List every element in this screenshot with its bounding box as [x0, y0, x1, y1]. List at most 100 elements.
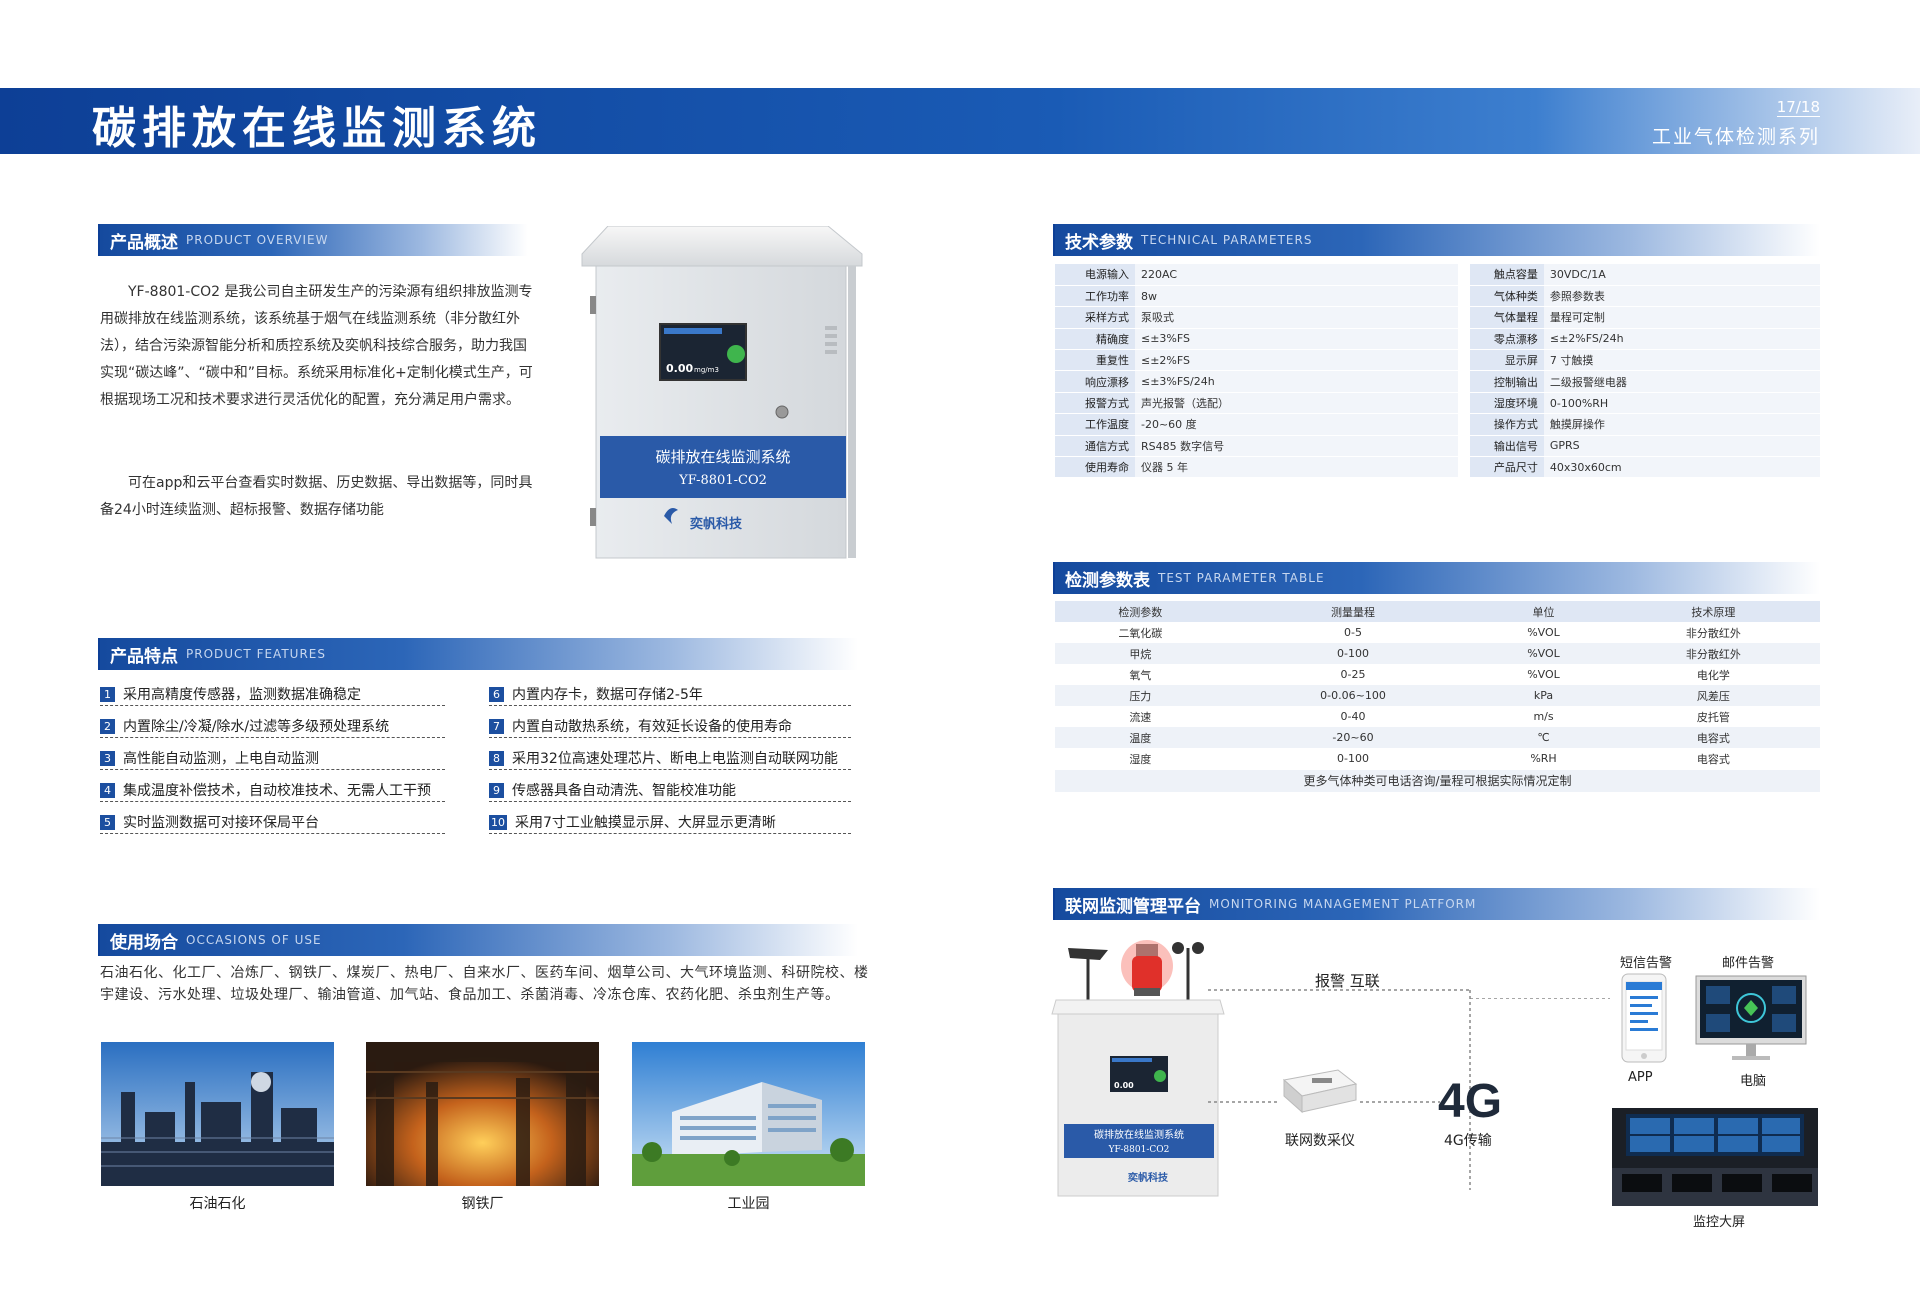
tech-param-key: 操作方式 — [1463, 413, 1544, 436]
feature-item: 2 内置除尘/冷凝/除水/过滤等多级预处理系统 — [100, 716, 445, 738]
4g-big-label: 4G — [1438, 1075, 1503, 1128]
test-table-row: 氧气 0-25 %VOL 电化学 — [1055, 664, 1820, 685]
petrochemical-image — [101, 1042, 334, 1186]
test-table-cell: 0-100 — [1225, 643, 1481, 664]
features-heading: 产品特点 PRODUCT FEATURES — [98, 638, 858, 670]
feature-number: 1 — [100, 687, 115, 702]
test-table-cell: 0-5 — [1225, 622, 1481, 643]
test-table-cell: kPa — [1480, 685, 1607, 706]
tech-param-row: 报警方式 声光报警（选配） 湿度环境 0-100%RH — [1055, 392, 1820, 415]
tech-param-key: 采样方式 — [1055, 306, 1135, 329]
feature-item: 9 传感器具备自动清洗、智能校准功能 — [489, 780, 851, 802]
feature-number: 3 — [100, 751, 115, 766]
test-table-header-cell: 单位 — [1480, 601, 1607, 622]
feature-number: 10 — [489, 815, 507, 830]
tech-param-key: 气体种类 — [1463, 285, 1544, 308]
test-table-cell: %VOL — [1480, 622, 1607, 643]
feature-number: 6 — [489, 687, 504, 702]
feature-item: 6 内置内存卡，数据可存储2-5年 — [489, 684, 851, 706]
test-table-cell: 0-100 — [1225, 748, 1481, 769]
section-title-zh: 联网监测管理平台 — [1065, 896, 1201, 917]
features-right-list: 6 内置内存卡，数据可存储2-5年 7 内置自动散热系统，有效延长设备的使用寿命 8… — [489, 684, 851, 834]
station-panel-model: YF-8801-CO2 — [1108, 1145, 1170, 1155]
overview-paragraph-1: YF-8801-CO2 是我公司自主研发生产的污染源有组织排放监测专用碳排放在线… — [100, 284, 533, 408]
test-table-cell: 流速 — [1055, 706, 1226, 727]
test-table-cell: m/s — [1480, 706, 1607, 727]
feature-number: 5 — [100, 815, 115, 830]
test-table-cell: 电容式 — [1606, 748, 1820, 769]
tech-param-value: 二级报警继电器 — [1543, 370, 1820, 393]
feature-text: 高性能自动监测，上电自动监测 — [123, 750, 319, 767]
tech-param-value: 泵吸式 — [1135, 306, 1470, 329]
feature-item: 10 采用7寸工业触摸显示屏、大屏显示更清晰 — [489, 812, 851, 834]
test-table-note: 更多气体种类可电话咨询/量程可根据实际情况定制 — [1055, 770, 1820, 792]
tech-param-row: 精确度 ≤±3%FS 零点漂移 ≤±2%FS/24h — [1055, 328, 1820, 351]
overview-heading: 产品概述 PRODUCT OVERVIEW — [98, 224, 528, 256]
svg-text:奕帆科技: 奕帆科技 — [690, 516, 743, 532]
test-table-row: 湿度 0-100 %RH 电容式 — [1055, 748, 1820, 769]
svg-text:YF-8801-CO2: YF-8801-CO2 — [678, 473, 767, 488]
station-brand: 奕帆科技 — [1128, 1171, 1169, 1184]
feature-text: 集成温度补偿技术，自动校准技术、无需人工干预 — [123, 782, 431, 799]
tech-param-key: 产品尺寸 — [1463, 456, 1544, 479]
tech-param-row: 工作温度 -20~60 度操作方式 触摸屏操作 — [1055, 413, 1820, 436]
test-params-table: 检测参数 测量量程 单位 技术原理 二氧化碳 0-5 %VOL 非分散红外 甲烷 0-100 %VO… — [1055, 601, 1820, 769]
tech-param-value: 参照参数表 — [1543, 285, 1820, 308]
test-table-cell: -20~60 — [1225, 727, 1481, 748]
test-table-row: 温度 -20~60 ℃ 电容式 — [1055, 727, 1820, 748]
tech-params-table: 电源输入 220AC 触点容量 30VDC/1A 工作功率 8w 气体种类 参照参数表 采样方式… — [1055, 264, 1820, 479]
tech-param-value: 8w — [1135, 285, 1470, 308]
feature-text: 内置自动散热系统，有效延长设备的使用寿命 — [512, 718, 792, 735]
test-table-row: 流速 0-40 m/s 皮托管 — [1055, 706, 1820, 727]
tech-param-value: GPRS — [1543, 435, 1820, 458]
tech-param-value: 0-100%RH — [1543, 392, 1820, 415]
test-table-cell: ℃ — [1480, 727, 1607, 748]
feature-item: 8 采用32位高速处理芯片、断电上电监测自动联网功能 — [489, 748, 851, 770]
test-table-cell: 电化学 — [1606, 664, 1820, 685]
control-room-image — [1612, 1108, 1818, 1206]
tech-param-key: 触点容量 — [1463, 264, 1544, 286]
feature-text: 采用32位高速处理芯片、断电上电监测自动联网功能 — [512, 750, 838, 767]
section-title-zh: 产品特点 — [110, 646, 178, 667]
pc-label: 电脑 — [1740, 1074, 1767, 1089]
caption-petrochemical: 石油石化 — [189, 1196, 246, 1212]
industrial-park-image — [632, 1042, 865, 1186]
desktop-computer-icon — [1694, 974, 1808, 1064]
tech-param-value: ≤±2%FS/24h — [1543, 328, 1820, 351]
test-table-cell: 0-25 — [1225, 664, 1481, 685]
steel-plant-image — [366, 1042, 599, 1186]
feature-item: 5 实时监测数据可对接环保局平台 — [100, 812, 445, 834]
smartphone-icon — [1620, 972, 1668, 1064]
section-title-zh: 技术参数 — [1065, 232, 1133, 253]
tech-param-value: 声光报警（选配） — [1135, 392, 1470, 415]
tech-param-row: 采样方式 泵吸式 气体量程 量程可定制 — [1055, 306, 1820, 329]
platform-heading: 联网监测管理平台 MONITORING MANAGEMENT PLATFORM — [1053, 888, 1820, 920]
tech-param-key: 工作功率 — [1055, 285, 1135, 308]
device-cabinet-image: 0.00 mg/m3 碳排放在线监测系统 YF-8801-CO2 奕帆科技 — [578, 225, 868, 561]
tech-param-key: 工作温度 — [1055, 413, 1135, 436]
test-table-header-cell: 技术原理 — [1606, 601, 1820, 622]
tech-param-key: 重复性 — [1055, 349, 1135, 372]
test-table-header-cell: 测量量程 — [1225, 601, 1481, 622]
tech-param-key: 零点漂移 — [1463, 328, 1544, 351]
test-table-cell: 电容式 — [1606, 727, 1820, 748]
section-title-zh: 检测参数表 — [1065, 570, 1150, 591]
features-left-list: 1 采用高精度传感器，监测数据准确稳定 2 内置除尘/冷凝/除水/过滤等多级预处理系… — [100, 684, 445, 834]
tech-param-key: 控制输出 — [1463, 370, 1544, 393]
tech-param-row: 通信方式 RS485 数字信号 输出信号 GPRS — [1055, 435, 1820, 458]
test-table-cell: 风差压 — [1606, 685, 1820, 706]
tech-param-value: 触摸屏操作 — [1543, 413, 1820, 436]
email-alarm-label: 邮件告警 — [1722, 956, 1775, 971]
test-table-cell: %RH — [1480, 748, 1607, 769]
test-table-cell: 非分散红外 — [1606, 622, 1820, 643]
feature-number: 9 — [489, 783, 504, 798]
section-title-zh: 产品概述 — [110, 232, 178, 253]
usage-text: 石油石化、化工厂、冶炼厂、钢铁厂、煤炭厂、热电厂、自来水厂、医药车间、烟草公司、… — [100, 965, 869, 1003]
feature-text: 传感器具备自动清洗、智能校准功能 — [512, 782, 736, 799]
test-table-row: 压力 0-0.06~100 kPa 风差压 — [1055, 685, 1820, 706]
test-table-cell: 氧气 — [1055, 664, 1226, 685]
test-table-cell: 温度 — [1055, 727, 1226, 748]
test-table-row: 二氧化碳 0-5 %VOL 非分散红外 — [1055, 622, 1820, 643]
tech-param-key: 使用寿命 — [1055, 456, 1135, 479]
section-title-en: TECHNICAL PARAMETERS — [1141, 233, 1313, 247]
